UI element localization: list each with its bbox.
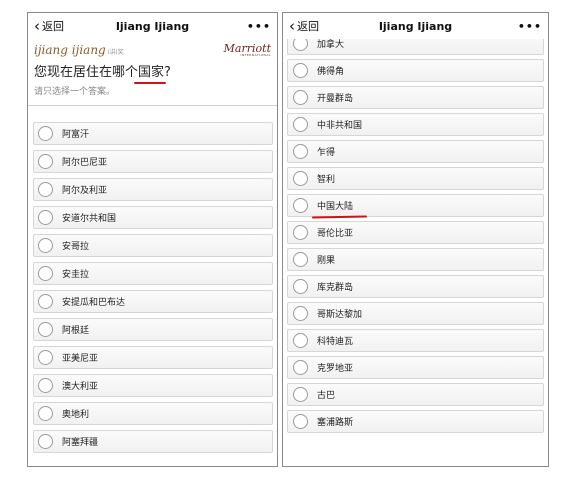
answer-option-label: 安提瓜和巴布达 xyxy=(62,298,126,308)
back-button[interactable]: ‹ 返回 xyxy=(34,18,64,34)
radio-button[interactable] xyxy=(38,434,53,449)
answer-option[interactable]: 智利 xyxy=(287,167,544,190)
radio-button[interactable] xyxy=(293,225,308,240)
answer-option[interactable]: 阿塞拜疆 xyxy=(33,430,273,453)
answer-option[interactable]: 阿根廷 xyxy=(33,318,273,341)
answer-option-label: 阿富汗 xyxy=(62,130,90,140)
answer-option-label: 阿塞拜疆 xyxy=(62,438,99,448)
answer-option[interactable]: 阿富汗 xyxy=(33,122,273,145)
answer-option-label: 哥斯达黎加 xyxy=(317,310,363,320)
answer-option[interactable]: 澳大利亚 xyxy=(33,374,273,397)
back-label: 返回 xyxy=(42,20,64,33)
answer-option-label: 古巴 xyxy=(317,391,336,401)
radio-button[interactable] xyxy=(293,63,308,78)
answer-option[interactable]: 安道尔共和国 xyxy=(33,206,273,229)
answer-option-label: 刚果 xyxy=(317,256,336,266)
answer-option-label: 阿尔及利亚 xyxy=(62,186,108,196)
radio-button[interactable] xyxy=(38,210,53,225)
radio-button[interactable] xyxy=(293,306,308,321)
more-menu-button[interactable]: ••• xyxy=(247,20,271,33)
answer-option[interactable]: 阿尔及利亚 xyxy=(33,178,273,201)
answer-option-label: 哥伦比亚 xyxy=(317,229,354,239)
back-button[interactable]: ‹ 返回 xyxy=(289,18,319,34)
answer-option[interactable]: 安提瓜和巴布达 xyxy=(33,290,273,313)
answer-option-label: 阿根廷 xyxy=(62,326,90,336)
radio-button[interactable] xyxy=(38,406,53,421)
answer-option[interactable]: 哥伦比亚 xyxy=(287,221,544,244)
brand-header: ijiang ijiang i讲i奖 Marriott INTERNATIONAL xyxy=(28,39,277,61)
answer-option[interactable]: 古巴 xyxy=(287,383,544,406)
radio-button[interactable] xyxy=(38,378,53,393)
answer-option[interactable]: 哥斯达黎加 xyxy=(287,302,544,325)
answer-option-label: 澳大利亚 xyxy=(62,382,99,392)
radio-button[interactable] xyxy=(38,266,53,281)
answer-option[interactable]: 中国大陆 xyxy=(287,194,544,217)
answer-option[interactable]: 佛得角 xyxy=(287,59,544,82)
answer-option-label: 安道尔共和国 xyxy=(62,214,117,224)
answer-option[interactable]: 库克群岛 xyxy=(287,275,544,298)
answer-option-label: 阿尔巴尼亚 xyxy=(62,158,108,168)
page-title: Ijiang Ijiang xyxy=(378,19,453,33)
page-title: Ijiang Ijiang xyxy=(115,19,190,33)
answer-option[interactable]: 科特迪瓦 xyxy=(287,329,544,352)
radio-button[interactable] xyxy=(293,171,308,186)
answer-option[interactable]: 中非共和国 xyxy=(287,113,544,136)
answer-option[interactable]: 阿尔巴尼亚 xyxy=(33,150,273,173)
nav-bar: ‹ 返回 Ijiang Ijiang ••• xyxy=(28,13,277,39)
answer-option-label: 塞浦路斯 xyxy=(317,418,354,428)
answer-option[interactable]: 奥地利 xyxy=(33,402,273,425)
radio-button[interactable] xyxy=(38,182,53,197)
radio-button[interactable] xyxy=(293,117,308,132)
answer-option-label: 智利 xyxy=(317,175,336,185)
phone-screen-right: ‹ 返回 Ijiang Ijiang ••• 加拿大 佛得角 开曼群岛 中非共和国 乍得… xyxy=(282,12,549,467)
radio-button[interactable] xyxy=(293,333,308,348)
answer-option[interactable]: 安哥拉 xyxy=(33,234,273,257)
answer-list: 阿富汗阿尔巴尼亚阿尔及利亚安道尔共和国 安哥拉安圭拉安提瓜和巴布达 阿根廷亚美尼亚澳… xyxy=(28,106,277,453)
radio-button[interactable] xyxy=(38,238,53,253)
phone-screen-left: ‹ 返回 Ijiang Ijiang ••• ijiang ijiang i讲i奖… xyxy=(27,12,278,467)
answer-option[interactable]: 塞浦路斯 xyxy=(287,410,544,433)
survey-question: 您现在居住在哪个国家? xyxy=(34,65,171,84)
answer-option-label: 亚美尼亚 xyxy=(62,354,99,364)
answer-option-label: 奥地利 xyxy=(62,410,90,420)
chevron-left-icon: ‹ xyxy=(34,16,40,35)
nav-bar: ‹ 返回 Ijiang Ijiang ••• xyxy=(283,13,548,39)
answer-option-label: 安圭拉 xyxy=(62,270,90,280)
radio-button[interactable] xyxy=(38,322,53,337)
annotation-underline: 国家 xyxy=(134,65,167,84)
ijiang-logo: ijiang ijiang i讲i奖 xyxy=(34,43,124,57)
answer-option[interactable]: 克罗地亚 xyxy=(287,356,544,379)
back-label: 返回 xyxy=(297,20,319,33)
answer-option-label: 乍得 xyxy=(317,148,336,158)
answer-option-label: 开曼群岛 xyxy=(317,94,354,104)
radio-button[interactable] xyxy=(293,414,308,429)
radio-button[interactable] xyxy=(38,350,53,365)
answer-option-label: 中国大陆 xyxy=(317,199,353,212)
answer-option-label: 安哥拉 xyxy=(62,242,90,252)
answer-list: 加拿大 佛得角 开曼群岛 中非共和国 乍得 智利 中国大陆 哥伦比亚 刚果 库克群岛 哥斯达黎加 科特… xyxy=(283,32,548,433)
radio-button[interactable] xyxy=(293,360,308,375)
radio-button[interactable] xyxy=(293,279,308,294)
answer-option[interactable]: 开曼群岛 xyxy=(287,86,544,109)
answer-option[interactable]: 亚美尼亚 xyxy=(33,346,273,369)
answer-option[interactable]: 乍得 xyxy=(287,140,544,163)
more-menu-button[interactable]: ••• xyxy=(518,20,542,33)
radio-button[interactable] xyxy=(293,144,308,159)
radio-button[interactable] xyxy=(38,154,53,169)
answer-option-label: 科特迪瓦 xyxy=(317,337,354,347)
radio-button[interactable] xyxy=(293,387,308,402)
radio-button[interactable] xyxy=(38,126,53,141)
radio-button[interactable] xyxy=(293,90,308,105)
radio-button[interactable] xyxy=(293,252,308,267)
answer-option-label: 中非共和国 xyxy=(317,121,363,131)
answer-option-label: 库克群岛 xyxy=(317,283,354,293)
answer-option-label: 佛得角 xyxy=(317,67,345,77)
radio-button[interactable] xyxy=(38,294,53,309)
chevron-left-icon: ‹ xyxy=(289,16,295,35)
answer-option[interactable]: 刚果 xyxy=(287,248,544,271)
marriott-logo: Marriott INTERNATIONAL xyxy=(223,42,271,57)
answer-option-label: 克罗地亚 xyxy=(317,364,354,374)
answer-option[interactable]: 安圭拉 xyxy=(33,262,273,285)
radio-button[interactable] xyxy=(293,198,308,213)
